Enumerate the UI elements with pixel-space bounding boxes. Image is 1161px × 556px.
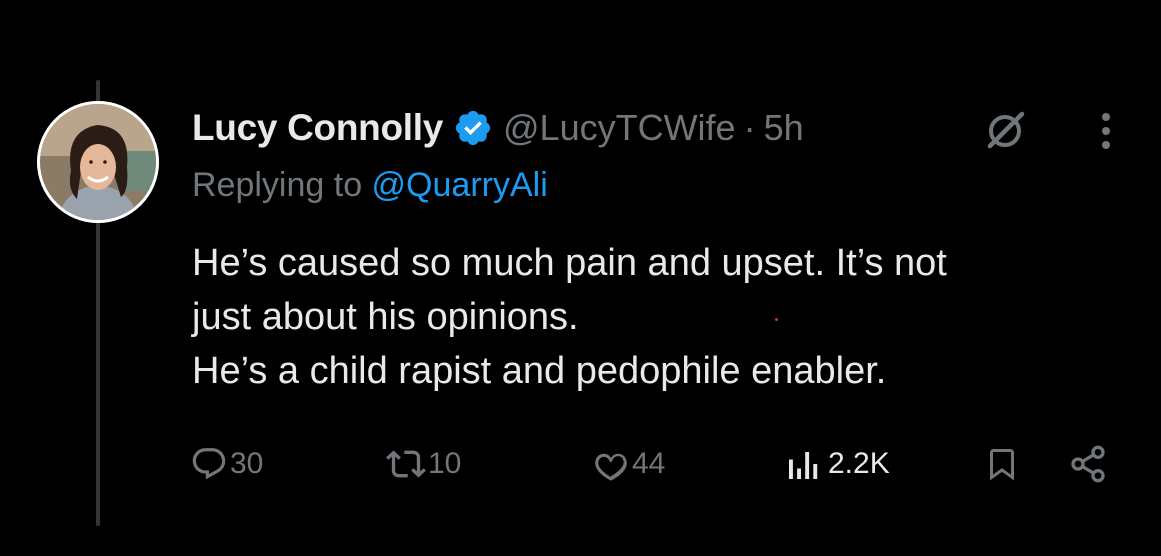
views-count: 2.2K [828, 447, 890, 480]
separator-dot: · [743, 107, 756, 148]
share-button[interactable] [1068, 441, 1108, 487]
tweet-text: He’s caused so much pain and upset. It’s… [192, 236, 1142, 398]
tweet-text-line: just about his opinions. [192, 296, 579, 338]
author-name[interactable]: Lucy Connolly [192, 107, 443, 149]
reply-button[interactable]: 30 [190, 441, 263, 487]
reply-count: 30 [230, 447, 264, 480]
like-button[interactable]: 44 [592, 441, 665, 487]
verified-badge-icon[interactable] [453, 108, 493, 148]
bookmark-icon [990, 449, 1014, 481]
stray-dot [775, 318, 778, 321]
tweet-header: Lucy Connolly @LucyTCWife · 5h [192, 102, 804, 154]
share-icon [1071, 445, 1105, 483]
more-icon[interactable] [1094, 108, 1118, 154]
replying-to-mention[interactable]: @QuarryAli [372, 166, 548, 204]
reply-icon [192, 448, 226, 480]
repost-icon [386, 450, 426, 478]
avatar-photo [37, 101, 159, 223]
bookmark-button[interactable] [984, 441, 1020, 487]
tweet-text-line: He’s caused so much pain and upset. It’s… [192, 242, 947, 284]
avatar[interactable] [37, 101, 159, 223]
repost-count: 10 [428, 447, 462, 480]
analytics-icon [789, 452, 818, 479]
replying-to-line: Replying to @QuarryAli [192, 166, 548, 205]
author-handle[interactable]: @LucyTCWife [503, 107, 736, 149]
heart-icon [595, 453, 627, 481]
post-time[interactable]: 5h [764, 107, 804, 149]
like-count: 44 [632, 447, 666, 480]
repost-button[interactable]: 10 [386, 441, 461, 487]
tweet-actions-bar: 30 10 44 2.2K [0, 441, 1161, 487]
tweet-text-line: He’s a child rapist and pedophile enable… [192, 350, 887, 392]
views-button[interactable]: 2.2K [786, 441, 890, 487]
grok-icon[interactable] [984, 108, 1028, 152]
replying-to-label: Replying to [192, 166, 372, 204]
